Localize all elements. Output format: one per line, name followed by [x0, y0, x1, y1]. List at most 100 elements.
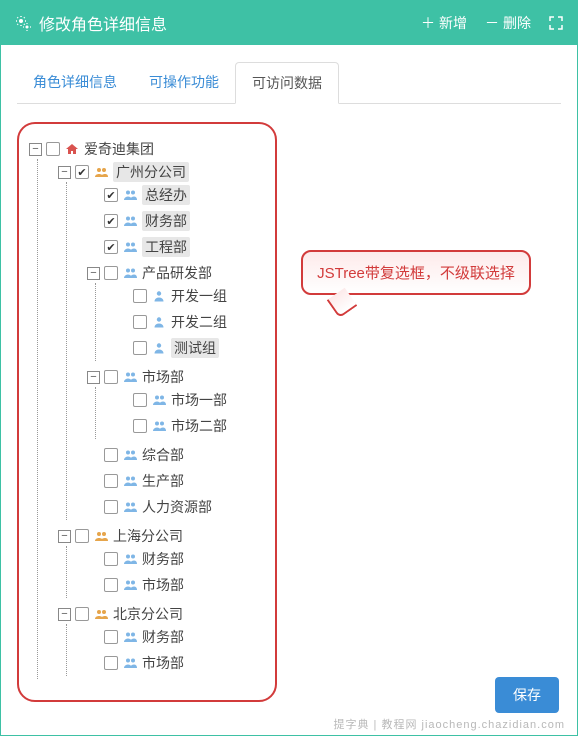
toggle-icon[interactable]: − — [58, 608, 71, 621]
tree-label: 生产部 — [142, 471, 184, 491]
delete-button[interactable]: －删除 — [485, 13, 531, 33]
watermark: 提字典 | 教程网 jiaocheng.chazidian.com — [334, 716, 566, 732]
tree-label: 测试组 — [171, 338, 219, 358]
tree-label: 总经办 — [142, 185, 190, 205]
tree-row[interactable]: +综合部 — [87, 445, 265, 465]
tree-label: 财务部 — [142, 627, 184, 647]
panel: 修改角色详细信息 ＋新增 －删除 角色详细信息 可操作功能 可访问数据 −爱奇迪… — [0, 0, 578, 736]
checkbox[interactable] — [104, 370, 118, 384]
group-icon — [122, 631, 138, 643]
tree-row[interactable]: +市场一部 — [116, 390, 265, 410]
checkbox[interactable] — [104, 266, 118, 280]
delete-label: 删除 — [503, 13, 531, 33]
tree-row[interactable]: +市场部 — [87, 575, 265, 595]
org-icon — [93, 608, 109, 621]
checkbox[interactable] — [75, 607, 89, 621]
tree-row[interactable]: +市场二部 — [116, 416, 265, 436]
person-icon — [151, 342, 167, 354]
tab-operable[interactable]: 可操作功能 — [133, 62, 235, 104]
tree: −爱奇迪集团−广州分公司+总经办+财务部+工程部−产品研发部+开发一组+开发二组… — [29, 136, 265, 682]
group-icon — [122, 215, 138, 227]
tree-row[interactable]: −产品研发部 — [87, 263, 265, 283]
tree-label: 综合部 — [142, 445, 184, 465]
tree-row[interactable]: +测试组 — [116, 338, 265, 358]
group-icon — [151, 420, 167, 432]
tree-label: 上海分公司 — [113, 526, 183, 546]
checkbox[interactable] — [75, 529, 89, 543]
tree-row[interactable]: − 广州分公司 — [58, 162, 265, 182]
tree-container: −爱奇迪集团−广州分公司+总经办+财务部+工程部−产品研发部+开发一组+开发二组… — [17, 122, 277, 702]
checkbox[interactable] — [133, 419, 147, 433]
checkbox[interactable] — [133, 315, 147, 329]
tree-label: 市场一部 — [171, 390, 227, 410]
checkbox[interactable] — [104, 552, 118, 566]
checkbox[interactable] — [104, 630, 118, 644]
panel-actions: ＋新增 －删除 — [421, 13, 563, 33]
tab-details[interactable]: 角色详细信息 — [17, 62, 133, 104]
tree-row[interactable]: +财务部 — [87, 211, 265, 231]
tree-row[interactable]: − 市场部 — [87, 367, 265, 387]
tree-row[interactable]: +开发二组 — [116, 312, 265, 332]
group-icon — [122, 657, 138, 669]
tree-label: 市场部 — [142, 367, 184, 387]
tree-label: 开发一组 — [171, 286, 227, 306]
group-icon — [122, 267, 138, 279]
checkbox[interactable] — [104, 656, 118, 670]
tree-row[interactable]: +开发一组 — [116, 286, 265, 306]
checkbox[interactable] — [104, 214, 118, 228]
save-button[interactable]: 保存 — [495, 677, 559, 713]
tree-row[interactable]: +财务部 — [87, 549, 265, 569]
tree-row[interactable]: +生产部 — [87, 471, 265, 491]
org-icon — [93, 166, 109, 179]
add-button[interactable]: ＋新增 — [421, 13, 467, 33]
tree-label: 财务部 — [142, 549, 184, 569]
tab-accessible[interactable]: 可访问数据 — [235, 62, 339, 104]
checkbox[interactable] — [104, 240, 118, 254]
tree-label: 爱奇迪集团 — [84, 139, 154, 159]
panel-title-wrap: 修改角色详细信息 — [15, 11, 421, 35]
checkbox[interactable] — [133, 393, 147, 407]
group-icon — [122, 241, 138, 253]
tree-row[interactable]: +总经办 — [87, 185, 265, 205]
tree-row[interactable]: +人力资源部 — [87, 497, 265, 517]
tree-row[interactable]: −北京分公司 — [58, 604, 265, 624]
add-label: 新增 — [439, 13, 467, 33]
group-icon — [122, 449, 138, 461]
toggle-icon[interactable]: − — [58, 530, 71, 543]
checkbox[interactable] — [104, 474, 118, 488]
person-icon — [151, 316, 167, 328]
tree-label: 市场二部 — [171, 416, 227, 436]
tree-row[interactable]: +财务部 — [87, 627, 265, 647]
toggle-icon[interactable]: − — [58, 166, 71, 179]
tree-row[interactable]: − 爱奇迪集团 — [29, 139, 265, 159]
tree-label: 人力资源部 — [142, 497, 212, 517]
tree-row[interactable]: +市场部 — [87, 653, 265, 673]
checkbox[interactable] — [46, 142, 60, 156]
checkbox[interactable] — [75, 165, 89, 179]
panel-body: 角色详细信息 可操作功能 可访问数据 −爱奇迪集团−广州分公司+总经办+财务部+… — [1, 45, 577, 735]
group-icon — [122, 501, 138, 513]
tree-row[interactable]: +工程部 — [87, 237, 265, 257]
tree-label: 财务部 — [142, 211, 190, 231]
minus-icon: － — [485, 13, 499, 33]
checkbox[interactable] — [104, 578, 118, 592]
checkbox[interactable] — [104, 448, 118, 462]
checkbox[interactable] — [104, 188, 118, 202]
callout: JSTree带复选框，不级联选择 — [301, 250, 531, 295]
checkbox[interactable] — [104, 500, 118, 514]
toggle-icon[interactable]: − — [87, 267, 100, 280]
tabs: 角色详细信息 可操作功能 可访问数据 — [17, 61, 561, 104]
checkbox[interactable] — [133, 341, 147, 355]
group-icon — [151, 394, 167, 406]
tree-label: 市场部 — [142, 575, 184, 595]
tree-label: 开发二组 — [171, 312, 227, 332]
home-icon — [64, 142, 80, 156]
checkbox[interactable] — [133, 289, 147, 303]
toggle-icon[interactable]: − — [29, 143, 42, 156]
tree-label: 广州分公司 — [113, 162, 189, 182]
group-icon — [122, 475, 138, 487]
expand-button[interactable] — [549, 16, 563, 30]
plus-icon: ＋ — [421, 13, 435, 33]
toggle-icon[interactable]: − — [87, 371, 100, 384]
tree-row[interactable]: − 上海分公司 — [58, 526, 265, 546]
